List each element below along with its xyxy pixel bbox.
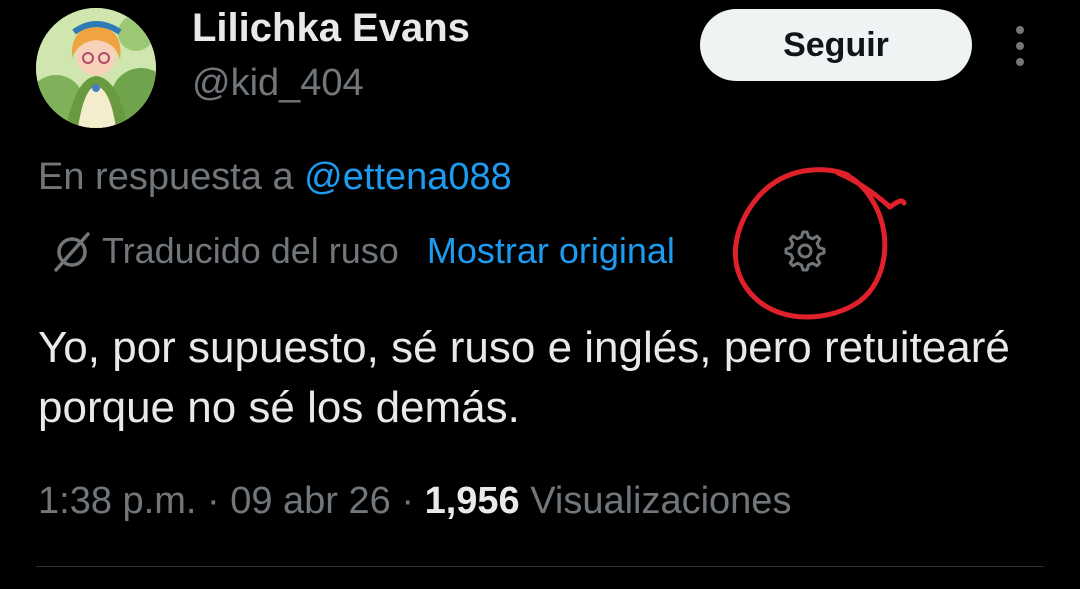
avatar-illustration [36, 8, 156, 128]
translated-label: Traducido del ruso [102, 230, 399, 271]
more-vertical-icon-dot [1016, 58, 1024, 66]
author-display-name[interactable]: Lilichka Evans [192, 4, 470, 52]
divider [36, 566, 1044, 567]
tweet-time[interactable]: 1:38 p.m. [38, 480, 196, 522]
avatar[interactable] [36, 8, 156, 128]
views-label: Visualizaciones [519, 480, 792, 522]
author-handle[interactable]: @kid_404 [192, 60, 364, 106]
reply-prefix: En respuesta a [38, 156, 305, 198]
more-options-button[interactable] [1004, 26, 1036, 66]
tweet-date[interactable]: 09 abr 26 [230, 480, 391, 522]
meta-separator: · [390, 480, 425, 522]
translation-bar: Traducido del ruso Mostrar original [48, 228, 675, 274]
reply-mention-link[interactable]: @ettena088 [304, 156, 512, 198]
show-original-link[interactable]: Mostrar original [427, 230, 675, 272]
views-count: 1,956 [424, 480, 520, 522]
meta-separator: · [196, 480, 231, 522]
more-vertical-icon-dot [1016, 42, 1024, 50]
tweet-text: Yo, por supuesto, sé ruso e inglés, pero… [38, 323, 1010, 432]
more-vertical-icon [1016, 26, 1024, 34]
translate-icon [54, 232, 90, 272]
reply-context: En respuesta a @ettena088 [38, 154, 512, 200]
follow-button[interactable]: Seguir [700, 9, 972, 81]
gear-icon[interactable] [782, 228, 828, 274]
tweet-metadata: 1:38 p.m. · 09 abr 26 · 1,956 Visualizac… [38, 478, 791, 524]
